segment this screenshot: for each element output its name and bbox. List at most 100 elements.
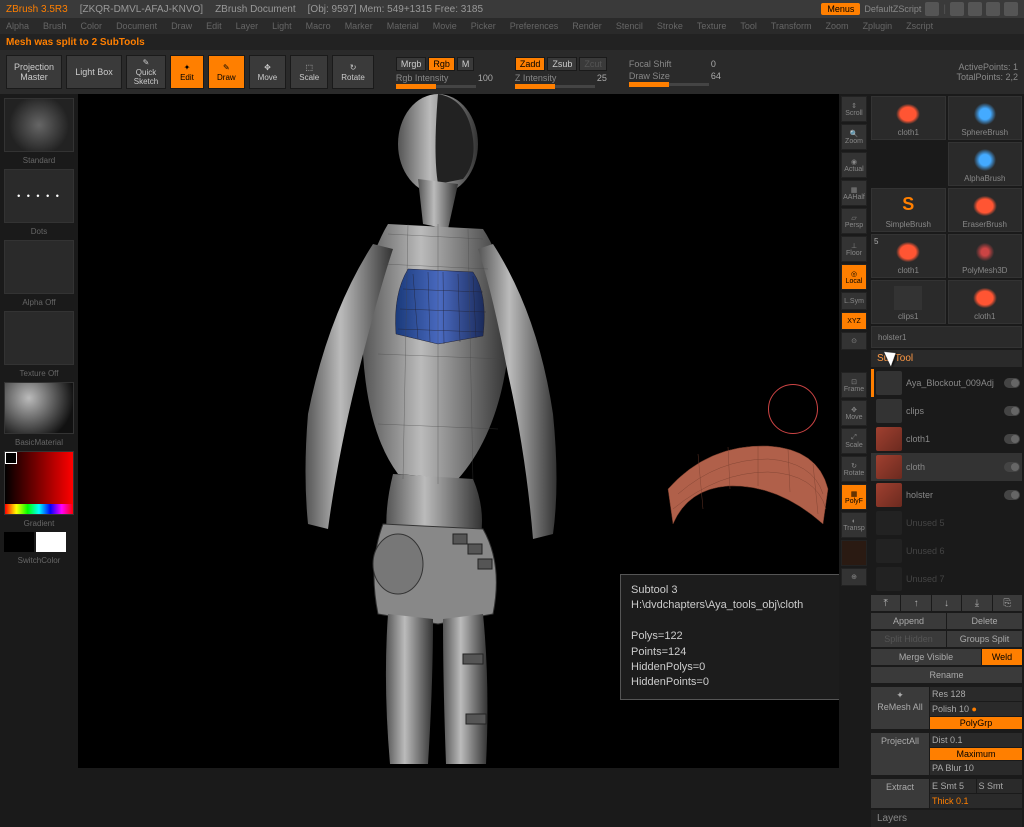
subtool-item-7[interactable]: Unused 7 xyxy=(871,565,1022,593)
scale-button[interactable]: ⬚ Scale xyxy=(290,55,328,89)
z-intensity-value[interactable]: 25 xyxy=(597,73,607,83)
default-zscript[interactable]: DefaultZScript xyxy=(864,4,921,14)
menu-light[interactable]: Light xyxy=(272,21,292,31)
scale-view-button[interactable]: ⤢Scale xyxy=(841,428,867,454)
actual-button[interactable]: ◉Actual xyxy=(841,152,867,178)
eye-icon[interactable] xyxy=(1004,406,1020,416)
extract-button[interactable]: Extract xyxy=(871,779,929,808)
menu-draw[interactable]: Draw xyxy=(171,21,192,31)
menu-color[interactable]: Color xyxy=(81,21,103,31)
alpha-preview[interactable] xyxy=(4,240,74,294)
local-button[interactable]: ◎Local xyxy=(841,264,867,290)
switch-color[interactable]: SwitchColor xyxy=(4,556,74,565)
menu-texture[interactable]: Texture xyxy=(697,21,727,31)
weld-button[interactable]: Weld xyxy=(982,649,1022,665)
brush-preview[interactable] xyxy=(4,98,74,152)
arrow-up-all[interactable]: ⤒ xyxy=(871,595,900,611)
draw-button[interactable]: ✎ Draw xyxy=(208,55,245,89)
zoom-button[interactable]: 🔍Zoom xyxy=(841,124,867,150)
merge-visible-button[interactable]: Merge Visible xyxy=(871,649,981,665)
menu-zoom[interactable]: Zoom xyxy=(826,21,849,31)
arrow-down-all[interactable]: ⤓ xyxy=(962,595,991,611)
aahalf-button[interactable]: ▦AAHalf xyxy=(841,180,867,206)
menu-tool[interactable]: Tool xyxy=(740,21,757,31)
mrgb-button[interactable]: Mrgb xyxy=(396,57,427,71)
menu-zplugin[interactable]: Zplugin xyxy=(863,21,893,31)
eye-icon[interactable] xyxy=(1004,378,1020,388)
material-preview[interactable] xyxy=(4,382,74,434)
pablur-slider[interactable]: PA Blur 10 xyxy=(930,761,1022,775)
brush-cloth1-c[interactable]: cloth1 xyxy=(948,280,1023,324)
zadd-button[interactable]: Zadd xyxy=(515,57,546,71)
subtool-item-2[interactable]: cloth1 xyxy=(871,425,1022,453)
split-hidden-button[interactable]: Split Hidden xyxy=(871,631,946,647)
menu-stencil[interactable]: Stencil xyxy=(616,21,643,31)
edit-button[interactable]: ✦ Edit xyxy=(170,55,204,89)
eye-icon[interactable] xyxy=(1004,462,1020,472)
duplicate-icon[interactable]: ⎘ xyxy=(993,595,1022,611)
subtool-item-3[interactable]: cloth xyxy=(871,453,1022,481)
subtool-item-6[interactable]: Unused 6 xyxy=(871,537,1022,565)
m-button[interactable]: M xyxy=(457,57,475,71)
thick-slider[interactable]: Thick 0.1 xyxy=(930,794,1022,808)
extra-button-2[interactable]: ⊕ xyxy=(841,568,867,586)
groups-split-button[interactable]: Groups Split xyxy=(947,631,1022,647)
delete-button[interactable]: Delete xyxy=(947,613,1022,629)
zcut-button[interactable]: Zcut xyxy=(579,57,607,71)
viewport[interactable]: Subtool 3 H:\dvdchapters\Aya_tools_obj\c… xyxy=(78,94,839,768)
titlebar-icon-3[interactable] xyxy=(968,2,982,16)
subtool-item-5[interactable]: Unused 5 xyxy=(871,509,1022,537)
menu-render[interactable]: Render xyxy=(572,21,602,31)
dist-slider[interactable]: Dist 0.1 xyxy=(930,733,1022,747)
menu-stroke[interactable]: Stroke xyxy=(657,21,683,31)
draw-size-slider[interactable] xyxy=(629,83,709,86)
subtool-item-0[interactable]: Aya_Blockout_009Adj xyxy=(871,369,1022,397)
brush-sphere[interactable]: SphereBrush xyxy=(948,96,1023,140)
project-all-button[interactable]: ProjectAll xyxy=(871,733,929,775)
subtool-header[interactable]: SubTool xyxy=(871,350,1022,367)
move-view-button[interactable]: ✥Move xyxy=(841,400,867,426)
color-picker[interactable] xyxy=(4,451,74,515)
xyz-button[interactable]: XYZ xyxy=(841,312,867,330)
res-slider[interactable]: Res 128 xyxy=(930,687,1022,701)
swatch-black[interactable] xyxy=(4,532,34,552)
gradient-label[interactable]: Gradient xyxy=(4,519,74,528)
extra-button-1[interactable] xyxy=(841,540,867,566)
z-intensity-slider[interactable] xyxy=(515,85,595,88)
zsub-button[interactable]: Zsub xyxy=(547,57,577,71)
eye-icon[interactable] xyxy=(1004,490,1020,500)
titlebar-icon-1[interactable] xyxy=(925,2,939,16)
rotate-view-button[interactable]: ↻Rotate xyxy=(841,456,867,482)
menu-marker[interactable]: Marker xyxy=(345,21,373,31)
brush-simple[interactable]: SimpleBrush xyxy=(871,188,946,232)
brush-cloth1[interactable]: cloth1 xyxy=(871,96,946,140)
rgb-intensity-value[interactable]: 100 xyxy=(478,73,493,83)
subtool-item-1[interactable]: clips xyxy=(871,397,1022,425)
texture-preview[interactable] xyxy=(4,311,74,365)
remesh-all-button[interactable]: ✦ReMesh All xyxy=(871,687,929,729)
menu-document[interactable]: Document xyxy=(116,21,157,31)
persp-button[interactable]: ▱Persp xyxy=(841,208,867,234)
esmt-slider[interactable]: E Smt 5 xyxy=(930,779,976,793)
rgb-button[interactable]: Rgb xyxy=(428,57,455,71)
lightbox-button[interactable]: Light Box xyxy=(66,55,122,89)
polyf-button[interactable]: ▦PolyF xyxy=(841,484,867,510)
frame-button[interactable]: ⊡Frame xyxy=(841,372,867,398)
brush-cloth1-b[interactable]: 5cloth1 xyxy=(871,234,946,278)
titlebar-icon-2[interactable] xyxy=(950,2,964,16)
brush-alpha[interactable]: AlphaBrush xyxy=(948,142,1023,186)
rotate-button[interactable]: ↻ Rotate xyxy=(332,55,374,89)
maximum-button[interactable]: Maximum xyxy=(930,748,1022,760)
append-button[interactable]: Append xyxy=(871,613,946,629)
menu-layer[interactable]: Layer xyxy=(236,21,259,31)
menu-edit[interactable]: Edit xyxy=(206,21,222,31)
menu-alpha[interactable]: Alpha xyxy=(6,21,29,31)
titlebar-icon-5[interactable] xyxy=(1004,2,1018,16)
draw-size-value[interactable]: 64 xyxy=(711,71,721,81)
move-button[interactable]: ✥ Move xyxy=(249,55,287,89)
brush-clips1[interactable]: clips1 xyxy=(871,280,946,324)
polish-slider[interactable]: Polish 10 ● xyxy=(930,702,1022,716)
stroke-preview[interactable] xyxy=(4,169,74,223)
menu-zscript[interactable]: Zscript xyxy=(906,21,933,31)
menus-button[interactable]: Menus xyxy=(821,3,860,15)
